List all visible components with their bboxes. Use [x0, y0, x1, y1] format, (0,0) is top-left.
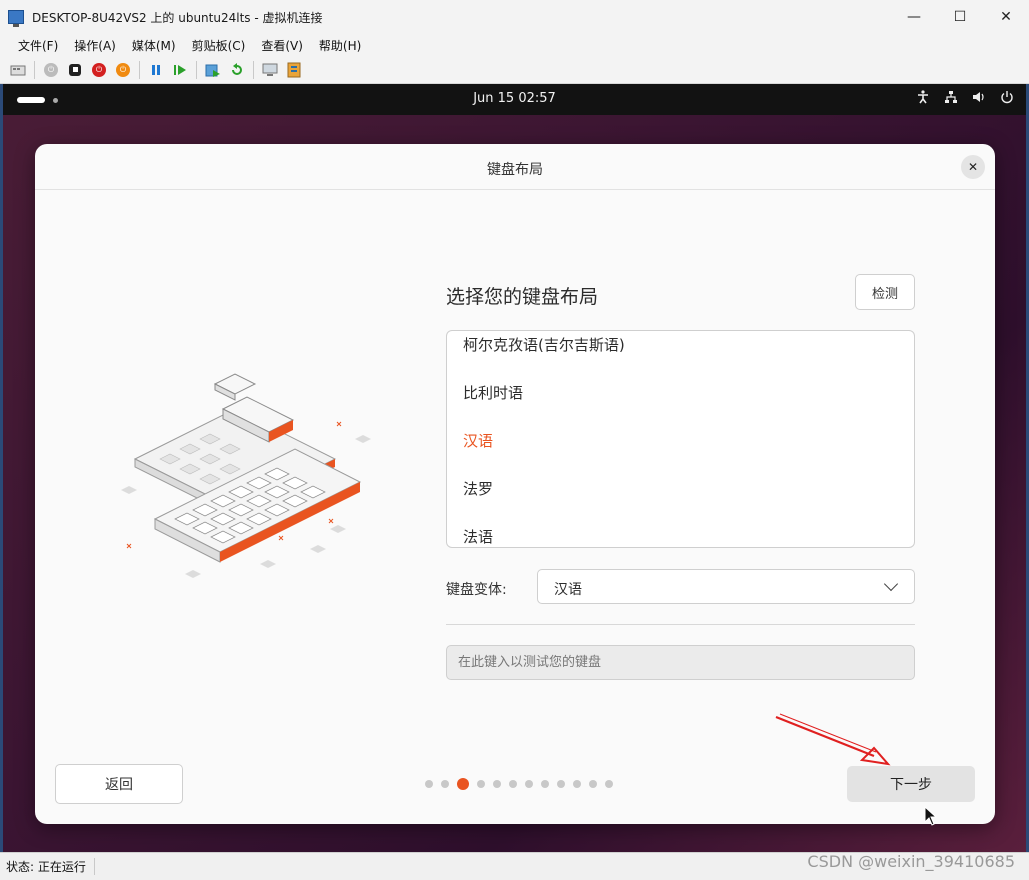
status-text: 状态: 正在运行: [6, 858, 95, 875]
close-window-button[interactable]: ✕: [983, 0, 1029, 34]
close-icon: ✕: [967, 160, 979, 174]
clock[interactable]: Jun 15 02:57: [3, 91, 1026, 106]
back-button[interactable]: 返回: [55, 764, 183, 804]
share-icon[interactable]: [285, 61, 303, 79]
list-item-selected[interactable]: 汉语: [463, 430, 493, 451]
dialog-title: 键盘布局: [487, 162, 543, 178]
variant-value: 汉语: [554, 582, 582, 598]
step-dot: [541, 780, 549, 788]
vm-connection-icon: [8, 10, 24, 27]
menu-view[interactable]: 查看(V): [253, 37, 311, 54]
revert-icon[interactable]: [228, 61, 246, 79]
minimize-button[interactable]: —: [891, 0, 937, 34]
menu-action[interactable]: 操作(A): [66, 37, 124, 54]
enhanced-session-icon[interactable]: [261, 61, 279, 79]
volume-icon[interactable]: [972, 90, 986, 108]
toolbar-separator: [139, 60, 140, 79]
list-item[interactable]: 比利时语: [463, 382, 523, 403]
step-dot: [477, 780, 485, 788]
network-icon[interactable]: [944, 90, 958, 108]
chevron-down-icon: [883, 576, 899, 592]
step-dot: [525, 780, 533, 788]
keyboard-illustration: [121, 373, 371, 578]
toolbar-separator: [34, 60, 35, 79]
toolbar-separator: [253, 60, 254, 79]
dialog-header: 键盘布局 ✕: [35, 144, 995, 190]
maximize-button[interactable]: ☐: [937, 0, 983, 34]
ctrl-alt-del-icon[interactable]: [9, 61, 27, 79]
watermark: CSDN @weixin_39410685: [807, 852, 1015, 871]
step-dot: [509, 780, 517, 788]
step-dot: [557, 780, 565, 788]
window-title: DESKTOP-8U42VS2 上的 ubuntu24lts - 虚拟机连接: [32, 10, 323, 25]
step-dot: [589, 780, 597, 788]
checkpoint-icon[interactable]: [204, 61, 222, 79]
list-item[interactable]: 柯尔克孜语(吉尔吉斯语): [463, 334, 625, 355]
shutdown-icon[interactable]: ⏻: [90, 61, 108, 79]
list-item[interactable]: 法语: [463, 526, 493, 547]
resume-icon[interactable]: [171, 61, 189, 79]
layout-heading: 选择您的键盘布局: [446, 286, 599, 308]
step-dot-active: [457, 778, 469, 790]
mouse-cursor-icon: [924, 806, 938, 826]
menu-media[interactable]: 媒体(M): [124, 37, 184, 54]
start-icon[interactable]: ⏻: [42, 61, 60, 79]
list-item[interactable]: 法罗: [463, 478, 493, 499]
system-tray[interactable]: [916, 90, 1014, 108]
step-dot: [441, 780, 449, 788]
pause-icon[interactable]: [147, 61, 165, 79]
save-state-icon[interactable]: ⏻: [114, 61, 132, 79]
turn-off-icon[interactable]: [66, 61, 84, 79]
window-controls: — ☐ ✕: [891, 0, 1029, 34]
menu-file[interactable]: 文件(F): [10, 37, 66, 54]
toolbar: ⏻ ⏻ ⏻: [0, 56, 1029, 84]
variant-label: 键盘变体:: [446, 582, 507, 598]
close-dialog-button[interactable]: ✕: [961, 155, 985, 179]
step-dot: [425, 780, 433, 788]
gnome-top-bar: Jun 15 02:57: [3, 84, 1026, 115]
menu-clipboard[interactable]: 剪贴板(C): [184, 37, 254, 54]
step-indicator: [421, 778, 617, 790]
divider: [446, 624, 915, 625]
accessibility-icon[interactable]: [916, 90, 930, 108]
keyboard-test-input[interactable]: [446, 645, 915, 680]
step-dot: [573, 780, 581, 788]
menu-help[interactable]: 帮助(H): [311, 37, 369, 54]
keyboard-variant-select[interactable]: 汉语: [537, 569, 915, 604]
window-titlebar: DESKTOP-8U42VS2 上的 ubuntu24lts - 虚拟机连接 —…: [0, 0, 1029, 34]
detect-layout-button[interactable]: 检测: [855, 274, 915, 310]
keyboard-layout-list[interactable]: 柯尔克孜语(吉尔吉斯语) 比利时语 汉语 法罗 法语: [446, 330, 915, 548]
step-dot: [493, 780, 501, 788]
step-dot: [605, 780, 613, 788]
toolbar-separator: [196, 60, 197, 79]
power-icon[interactable]: [1000, 90, 1014, 108]
annotation-arrow: [775, 713, 891, 766]
menubar: 文件(F) 操作(A) 媒体(M) 剪贴板(C) 查看(V) 帮助(H): [0, 34, 1029, 56]
